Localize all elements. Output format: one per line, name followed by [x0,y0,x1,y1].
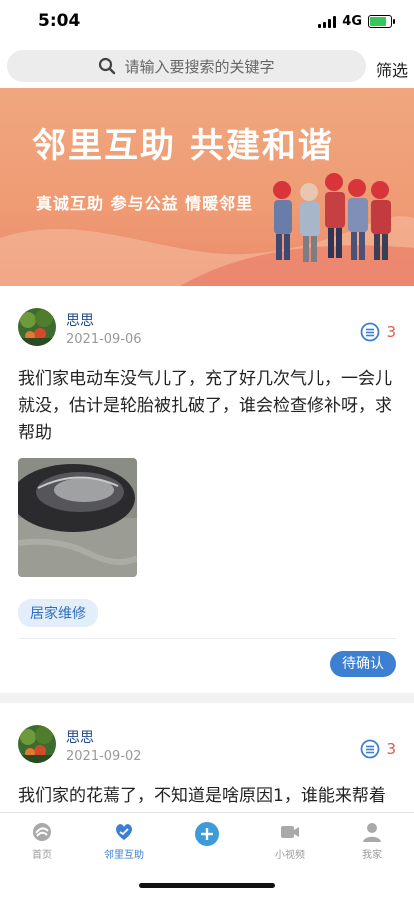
plus-icon [195,822,219,846]
status-indicators: 4G [318,14,395,29]
post-image[interactable] [18,458,137,577]
banner[interactable]: 邻里互助 共建和谐 真诚互助 参与公益 情暖邻里 [0,88,414,286]
tab-my-home[interactable]: 我家 [337,821,407,861]
post-card[interactable]: 思思 2021-09-06 3 我们家电动车没气儿了，充了好几次气儿，一会儿就没… [0,286,414,693]
search-row: 请输入要搜索的关键字 筛选 [0,44,414,88]
avatar[interactable] [18,308,56,346]
post-card[interactable]: 思思 2021-09-02 3 我们家的花蔫了，不知道是啥原因1，谁能来帮着看看… [0,703,414,812]
comment-icon [361,322,380,342]
home-icon [33,823,51,841]
search-icon [99,57,116,75]
user-icon [363,823,381,842]
tab-publish[interactable] [172,821,242,850]
signal-icon [318,15,337,28]
battery-icon [368,15,395,28]
tab-bar: 首页 邻里互助 小视频 我家 [0,812,414,897]
post-header: 思思 2021-09-02 3 [18,703,396,775]
status-time: 5:04 [38,11,81,31]
heart-hands-icon [116,824,132,840]
tab-mutual-aid[interactable]: 邻里互助 [89,821,159,861]
comment-count: 3 [386,740,396,758]
status-bar: 5:04 4G [0,0,414,44]
banner-subtitle: 真诚互助 参与公益 情暖邻里 [36,194,254,213]
comment-button[interactable]: 3 [360,322,396,342]
comment-count: 3 [386,323,396,341]
filter-button[interactable]: 筛选 [376,57,408,81]
search-placeholder: 请输入要搜索的关键字 [124,57,275,76]
tab-home[interactable]: 首页 [7,821,77,861]
post-footer: 待确认 [18,639,396,693]
tab-label: 首页 [32,850,52,861]
network-label: 4G [342,14,362,29]
tab-label: 小视频 [275,850,305,861]
user-name[interactable]: 思思 [66,310,94,330]
user-name[interactable]: 思思 [66,727,94,747]
comment-icon [361,739,380,759]
search-input[interactable]: 请输入要搜索的关键字 [7,50,366,82]
post-date: 2021-09-02 [66,749,142,764]
tab-label: 邻里互助 [104,850,144,861]
avatar[interactable] [18,725,56,763]
post-date: 2021-09-06 [66,332,142,347]
status-button[interactable]: 待确认 [330,651,396,677]
tab-label: 我家 [362,850,382,861]
tab-short-video[interactable]: 小视频 [255,821,325,861]
post-header: 思思 2021-09-06 3 [18,286,396,358]
category-tag[interactable]: 居家维修 [18,599,98,627]
video-icon [281,826,299,838]
home-indicator [139,883,275,888]
post-content[interactable]: 我们家电动车没气儿了，充了好几次气儿，一会儿就没，估计是轮胎被扎破了，谁会检查修… [18,366,396,447]
comment-button[interactable]: 3 [360,739,396,759]
banner-title: 邻里互助 共建和谐 [32,126,334,166]
post-feed[interactable]: 思思 2021-09-06 3 我们家电动车没气儿了，充了好几次气儿，一会儿就没… [0,286,414,812]
post-content[interactable]: 我们家的花蔫了，不知道是啥原因1，谁能来帮着看看呀 [18,783,396,812]
